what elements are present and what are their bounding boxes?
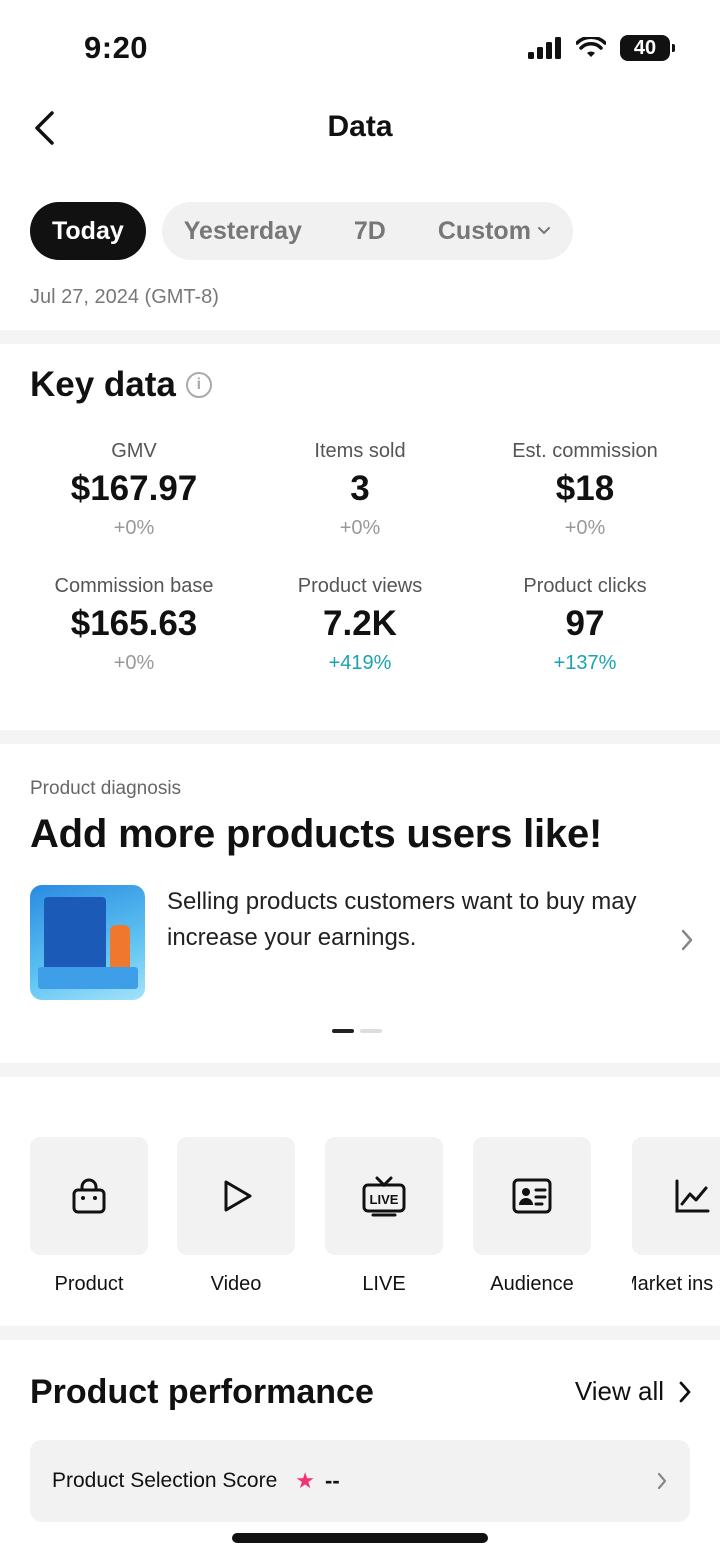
tab-7d[interactable]: 7D bbox=[354, 217, 386, 246]
metric-est-commission: Est. commission $18 +0% bbox=[465, 440, 705, 540]
id-card-icon bbox=[512, 1178, 552, 1214]
view-all-link[interactable]: View all bbox=[575, 1376, 692, 1407]
live-tv-icon: LIVE bbox=[362, 1176, 406, 1217]
shortcut-video[interactable]: Video bbox=[177, 1137, 295, 1296]
metric-change: +0% bbox=[113, 652, 155, 674]
battery-level: 40 bbox=[633, 36, 657, 59]
score-value: -- bbox=[325, 1468, 340, 1493]
chevron-right-icon bbox=[681, 929, 693, 951]
metric-change: +0% bbox=[113, 517, 155, 539]
score-label: Product Selection Score bbox=[52, 1469, 278, 1492]
section-divider bbox=[0, 330, 720, 344]
shortcut-tile bbox=[632, 1137, 720, 1255]
shortcut-tile bbox=[177, 1137, 295, 1255]
tab-custom-label: Custom bbox=[437, 216, 531, 245]
diagnosis-chevron[interactable] bbox=[680, 928, 694, 957]
section-divider bbox=[0, 1326, 720, 1340]
carousel-dot bbox=[360, 1029, 382, 1033]
metric-product-views: Product views 7.2K +419% bbox=[240, 575, 480, 675]
product-box-image bbox=[44, 897, 106, 975]
metric-label: Product views bbox=[297, 575, 423, 597]
carousel-indicator bbox=[332, 1029, 382, 1033]
shortcut-label: LIVE bbox=[362, 1273, 406, 1295]
status-time: 9:20 bbox=[84, 30, 149, 65]
cellular-signal-icon bbox=[528, 37, 561, 59]
metric-items-sold: Items sold 3 +0% bbox=[240, 440, 480, 540]
diagnosis-label: Product diagnosis bbox=[30, 778, 182, 799]
battery-icon: 40 bbox=[620, 35, 675, 61]
info-icon[interactable]: i bbox=[185, 372, 212, 398]
date-range-tabs: Today Yesterday 7D Custom bbox=[30, 202, 573, 260]
star-icon: ★ bbox=[295, 1468, 316, 1493]
metric-label: Items sold bbox=[314, 440, 406, 462]
metric-label: Commission base bbox=[54, 575, 214, 597]
metric-label: GMV bbox=[111, 440, 157, 462]
svg-text:LIVE: LIVE bbox=[370, 1192, 399, 1207]
shortcut-market-insights[interactable]: Market ins bbox=[632, 1137, 720, 1296]
wifi-icon bbox=[576, 37, 606, 57]
product-selection-score-card[interactable]: Product Selection Score ★ -- bbox=[30, 1440, 690, 1522]
metric-value: 7.2K bbox=[323, 604, 397, 643]
metric-change: +0% bbox=[564, 517, 606, 539]
product-thumbnail bbox=[30, 885, 145, 1000]
key-data-title-text: Key data bbox=[30, 365, 176, 404]
metric-label: Est. commission bbox=[512, 440, 658, 462]
diagnosis-title: Add more products users like! bbox=[30, 812, 603, 856]
shortcut-tile: LIVE bbox=[325, 1137, 443, 1255]
view-all-label: View all bbox=[574, 1376, 664, 1406]
home-indicator bbox=[232, 1533, 488, 1543]
shortcut-tile bbox=[473, 1137, 591, 1255]
shortcut-label: Product bbox=[54, 1273, 124, 1295]
tab-yesterday[interactable]: Yesterday bbox=[184, 217, 302, 246]
metric-gmv: GMV $167.97 +0% bbox=[14, 440, 254, 540]
product-sticks-image bbox=[38, 967, 138, 989]
shortcut-product[interactable]: Product bbox=[30, 1137, 148, 1296]
page-title: Data bbox=[327, 110, 393, 143]
metric-value: 97 bbox=[565, 604, 605, 643]
key-data-title: Key data i bbox=[30, 365, 212, 405]
tab-custom[interactable]: Custom bbox=[438, 217, 551, 246]
product-performance-title: Product performance bbox=[30, 1373, 374, 1411]
shortcut-label: Video bbox=[210, 1273, 262, 1295]
metric-value: $165.63 bbox=[70, 604, 198, 643]
shopping-bag-icon bbox=[72, 1178, 106, 1214]
status-icons: 40 bbox=[528, 34, 675, 62]
chevron-right-icon bbox=[657, 1472, 667, 1490]
metric-change: +419% bbox=[328, 652, 392, 674]
section-divider bbox=[0, 730, 720, 744]
date-label: Jul 27, 2024 (GMT-8) bbox=[30, 286, 219, 308]
tab-today[interactable]: Today bbox=[30, 202, 146, 260]
trend-chart-icon bbox=[675, 1179, 710, 1213]
metric-change: +137% bbox=[553, 652, 617, 674]
date-tab-group: Yesterday 7D Custom bbox=[161, 202, 573, 260]
shortcut-label: Market ins bbox=[632, 1273, 714, 1295]
metric-change: +0% bbox=[339, 517, 381, 539]
shortcut-audience[interactable]: Audience bbox=[473, 1137, 591, 1296]
metric-value: $167.97 bbox=[70, 469, 198, 508]
play-icon bbox=[224, 1180, 252, 1212]
metric-value: 3 bbox=[350, 469, 370, 508]
shortcut-tile bbox=[30, 1137, 148, 1255]
metric-product-clicks: Product clicks 97 +137% bbox=[465, 575, 705, 675]
shortcut-label: Audience bbox=[490, 1273, 574, 1295]
chevron-down-icon bbox=[537, 227, 550, 235]
section-divider bbox=[0, 1063, 720, 1077]
diagnosis-text[interactable]: Selling products customers want to buy m… bbox=[167, 884, 647, 956]
carousel-dot-active bbox=[332, 1029, 354, 1033]
shortcut-live[interactable]: LIVE LIVE bbox=[325, 1137, 443, 1296]
metric-label: Product clicks bbox=[523, 575, 647, 597]
metric-commission-base: Commission base $165.63 +0% bbox=[14, 575, 254, 675]
metric-value: $18 bbox=[555, 469, 615, 508]
chevron-right-icon bbox=[679, 1381, 691, 1402]
